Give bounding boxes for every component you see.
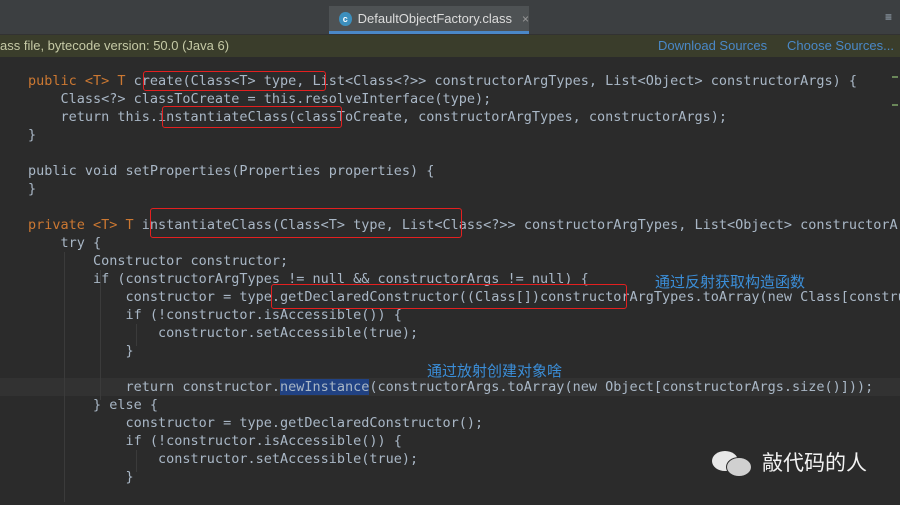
code-segment: (constructorArgs.toArray(new Object[cons… — [369, 379, 874, 395]
code-segment: constructor = ty — [28, 289, 256, 305]
code-editor[interactable]: public <T> T create(Class<T> type, List<… — [0, 58, 900, 505]
highlight-box-get-declared-constructor — [271, 284, 627, 309]
code-line: } — [28, 469, 134, 485]
decompiled-class-banner: ass file, bytecode version: 50.0 (Java 6… — [0, 35, 900, 58]
tab-list-menu-icon[interactable]: ≡ — [885, 10, 892, 24]
code-segment: t<Class<?>> constructorArgTypes, List<Ob… — [426, 217, 900, 233]
highlight-box-instantiate-call — [162, 106, 342, 128]
code-line: if (!constructor.isAccessible()) { — [28, 433, 402, 449]
class-file-icon: c — [339, 11, 352, 26]
code-line: constructor.setAccessible(true); — [28, 451, 419, 467]
code-segment: return constructor. — [28, 379, 280, 395]
watermark-text: 敲代码的人 — [762, 451, 867, 475]
tab-title: DefaultObjectFactory.class — [357, 11, 512, 26]
close-icon[interactable]: × — [522, 12, 529, 26]
code-line: } else { — [28, 397, 159, 413]
highlight-box-instantiate-signature — [150, 208, 462, 238]
highlight-box-create — [143, 71, 326, 91]
selected-new-instance: newInstance — [279, 379, 370, 395]
code-line: } — [28, 343, 134, 359]
scrollbar-marker — [892, 104, 898, 106]
annotation-reflect-constructor: 通过反射获取构造函数 — [655, 273, 806, 291]
code-line: public void setProperties(Properties pro… — [28, 163, 435, 179]
wechat-watermark: 敲代码的人 — [712, 447, 867, 477]
code-line: try { — [28, 235, 102, 251]
wechat-icon — [712, 447, 752, 477]
code-line: } — [28, 127, 37, 143]
tab-default-object-factory[interactable]: c DefaultObjectFactory.class × — [329, 6, 529, 34]
code-line: constructor.setAccessible(true); — [28, 325, 419, 341]
code-line: } — [28, 181, 37, 197]
code-segment: classToCreate, constructorArgTypes, cons… — [296, 109, 728, 125]
annotation-reflect-create: 通过放射创建对象啥 — [427, 362, 563, 380]
code-segment: , List<Class<?>> constructorArgTypes, Li… — [296, 73, 858, 89]
code-segment: private <T> T — [28, 217, 142, 233]
scrollbar-marker — [892, 76, 898, 78]
code-line-return-instantiate: return this.instantiateClass(classToCrea… — [28, 108, 728, 126]
code-line: constructor = type.getDeclaredConstructo… — [28, 415, 484, 431]
code-segment: public <T> T — [28, 73, 134, 89]
choose-sources-link[interactable]: Choose Sources... — [787, 38, 894, 53]
editor-tab-bar: c DefaultObjectFactory.class × ≡ — [0, 0, 900, 35]
code-segment: return this — [28, 109, 150, 125]
code-line: Constructor constructor; — [28, 253, 289, 269]
download-sources-link[interactable]: Download Sources — [658, 38, 767, 53]
bytecode-version-info: ass file, bytecode version: 50.0 (Java 6… — [0, 38, 230, 53]
